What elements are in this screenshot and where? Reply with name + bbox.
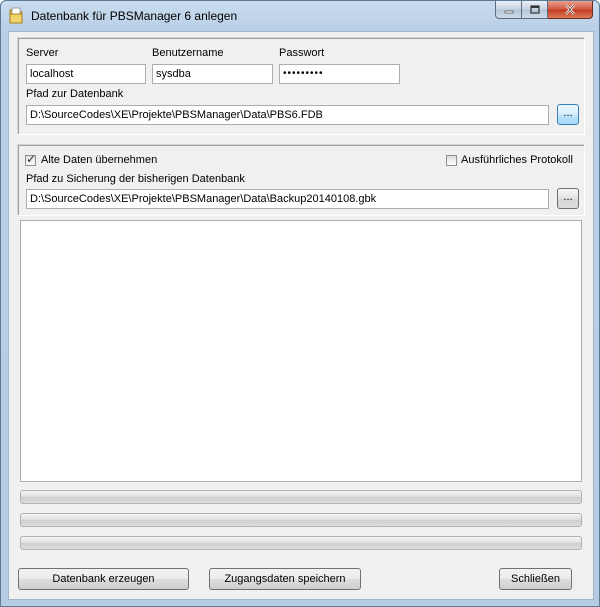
db-path-input[interactable]: D:\SourceCodes\XE\Projekte\PBSManager\Da… — [26, 105, 549, 125]
checkmark-icon: ✓ — [26, 152, 37, 166]
username-label: Benutzername — [152, 47, 224, 59]
backup-panel: ✓ Alte Daten übernehmen Ausführliches Pr… — [17, 144, 585, 216]
password-label: Passwort — [279, 47, 325, 59]
verbose-log-label[interactable]: Ausführliches Protokoll — [461, 154, 573, 166]
log-output-area[interactable] — [20, 220, 582, 482]
window-title: Datenbank für PBSManager 6 anlegen — [31, 9, 238, 23]
server-label: Server — [26, 47, 59, 59]
progress-bar — [20, 513, 582, 527]
keep-data-label[interactable]: Alte Daten übernehmen — [41, 154, 157, 166]
create-database-button[interactable]: Datenbank erzeugen — [18, 568, 189, 590]
backup-path-label: Pfad zu Sicherung der bisherigen Datenba… — [26, 173, 245, 185]
main-window: Datenbank für PBSManager 6 anlegen Serve… — [0, 0, 600, 607]
db-path-label: Pfad zur Datenbank — [26, 88, 124, 100]
save-credentials-button[interactable]: Zugangsdaten speichern — [209, 568, 361, 590]
window-controls — [495, 1, 593, 20]
close-icon — [565, 4, 575, 15]
close-window-button[interactable] — [548, 1, 593, 19]
client-area: Server localhost Benutzername sysdba Pas… — [8, 31, 594, 600]
database-folder-icon — [9, 7, 23, 24]
server-input[interactable]: localhost — [26, 64, 146, 84]
minimize-icon — [504, 10, 513, 13]
close-button[interactable]: Schließen — [499, 568, 572, 590]
maximize-button[interactable] — [522, 1, 548, 19]
progress-bar — [20, 490, 582, 504]
progress-bar — [20, 536, 582, 550]
backup-path-browse-button[interactable]: ... — [557, 188, 579, 209]
backup-path-input[interactable]: D:\SourceCodes\XE\Projekte\PBSManager\Da… — [26, 189, 549, 209]
connection-panel: Server localhost Benutzername sysdba Pas… — [17, 37, 585, 135]
username-input[interactable]: sysdba — [152, 64, 273, 84]
keep-data-checkbox[interactable]: ✓ — [25, 152, 37, 166]
password-input[interactable]: ••••••••• — [279, 64, 400, 84]
db-path-browse-button[interactable]: ... — [557, 104, 579, 125]
minimize-button[interactable] — [495, 1, 522, 19]
maximize-icon — [529, 5, 540, 14]
title-bar[interactable]: Datenbank für PBSManager 6 anlegen — [1, 1, 599, 31]
verbose-log-checkbox[interactable] — [446, 155, 457, 166]
